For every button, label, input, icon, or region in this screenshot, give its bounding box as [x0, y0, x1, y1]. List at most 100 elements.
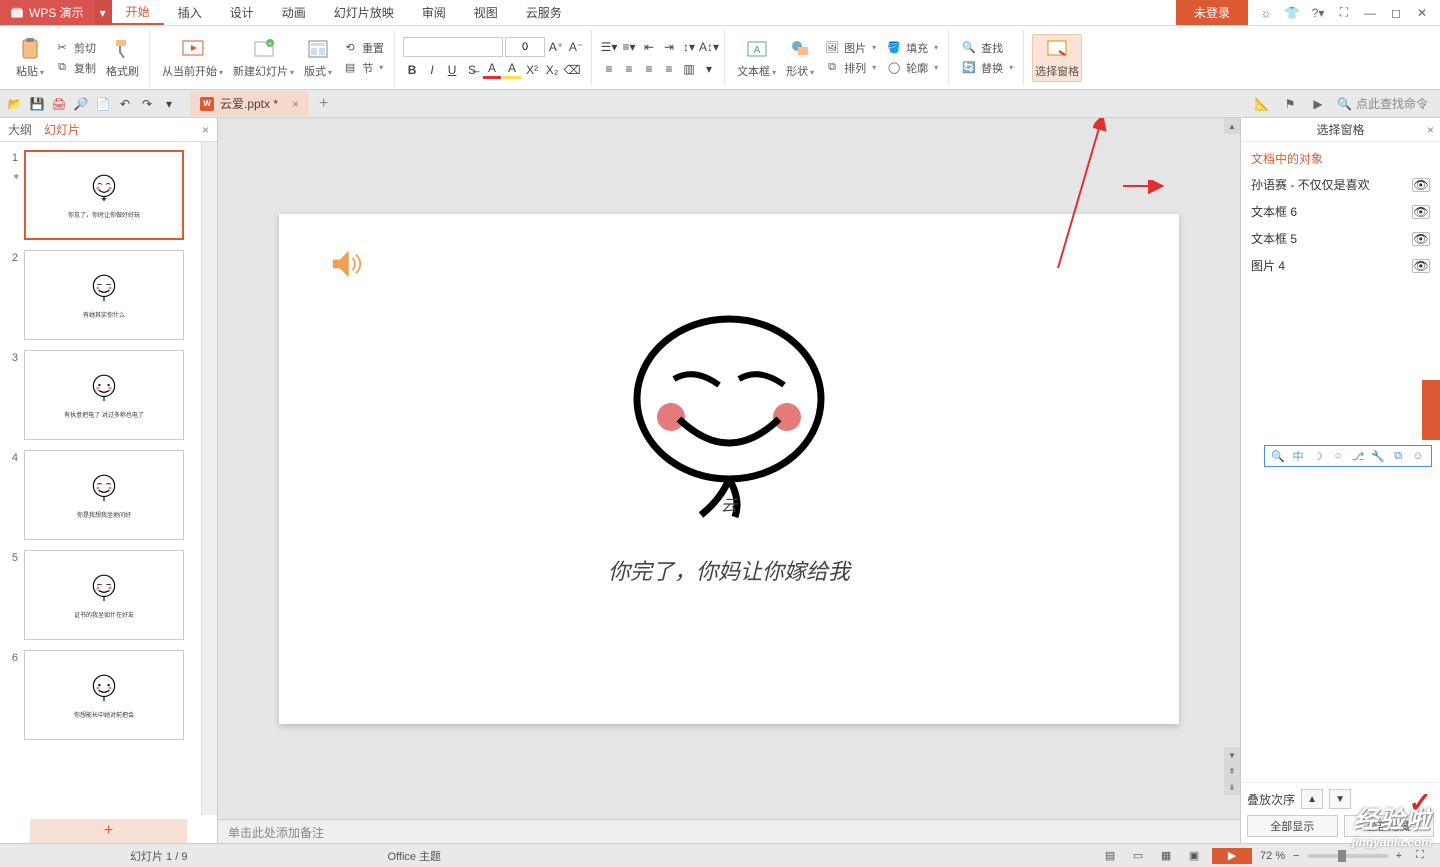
minimize-icon[interactable]: — [1362, 5, 1378, 21]
selection-item[interactable]: 孙语赛 - 不仅仅是喜欢👁 [1247, 171, 1434, 198]
slide-thumbnail[interactable]: 证书的我坐如什在好友 [24, 550, 184, 640]
moon-icon[interactable]: ☽ [1311, 449, 1325, 463]
zoom-out-icon[interactable]: − [1293, 850, 1299, 862]
shirt-icon[interactable]: 👕 [1284, 5, 1300, 21]
center-scrollbar[interactable]: ▲ ▼ ⇞ ⇟ [1224, 118, 1240, 795]
circle-icon[interactable]: ○ [1331, 449, 1345, 463]
slide-canvas[interactable]: 云 你完了，你妈让你嫁给我 [279, 214, 1179, 724]
show-all-button[interactable]: 全部显示 [1247, 815, 1338, 837]
login-button[interactable]: 未登录 [1176, 0, 1248, 25]
hide-all-button[interactable]: 全部隐藏 [1344, 815, 1435, 837]
smile-icon[interactable]: ☺ [1411, 449, 1425, 463]
slide-thumbnail[interactable]: 有执意把电了 对过多称也电了 [24, 350, 184, 440]
fill-button[interactable]: 🪣填充 [882, 39, 942, 57]
align-justify-icon[interactable]: ≡ [660, 60, 678, 78]
bullets-icon[interactable]: ☰▾ [600, 38, 618, 56]
clear-format-icon[interactable]: ⌫ [563, 61, 581, 79]
slideshow-button[interactable]: ▶ [1212, 848, 1252, 864]
layout-button[interactable]: 版式 [300, 35, 336, 81]
tab-view[interactable]: 视图 [460, 0, 512, 25]
notes-area[interactable]: 单击此处添加备注 [218, 819, 1240, 843]
tab-cloud[interactable]: 云服务 [512, 0, 576, 25]
left-panel-close-icon[interactable]: × [202, 123, 209, 137]
from-current-button[interactable]: 从当前开始 [158, 35, 227, 81]
cut-button[interactable]: ✂剪切 [50, 39, 100, 57]
branch-icon[interactable]: ⎇ [1351, 449, 1365, 463]
picture-button[interactable]: 🖼图片 [820, 39, 880, 57]
visibility-toggle-icon[interactable]: 👁 [1412, 178, 1430, 192]
layers-icon[interactable]: ⧉ [1391, 449, 1405, 463]
font-size-select[interactable] [505, 37, 545, 57]
tab-insert[interactable]: 插入 [164, 0, 216, 25]
redo-icon[interactable]: ↷ [138, 95, 156, 113]
sorter-view-icon[interactable]: ▦ [1156, 848, 1176, 864]
outline-tab[interactable]: 大纲 [8, 121, 32, 138]
zoom-icon[interactable]: 🔍 [1271, 449, 1285, 463]
lang-icon[interactable]: 中 [1291, 449, 1305, 463]
visibility-toggle-icon[interactable]: 👁 [1412, 205, 1430, 219]
selection-pane-button[interactable]: 选择窗格 [1032, 34, 1082, 82]
flag-icon[interactable]: ⚑ [1281, 95, 1299, 113]
ruler-icon[interactable]: 📐 [1253, 95, 1271, 113]
fit-window-icon[interactable]: ⛶ [1410, 848, 1430, 864]
add-slide-button[interactable]: + [30, 819, 187, 843]
slide-thumbnail[interactable]: ✶ 你见了，你时让你做好好玩 [24, 150, 184, 240]
text-direction-icon[interactable]: A↕▾ [700, 38, 718, 56]
print-icon[interactable]: 🖨 [50, 95, 68, 113]
selection-item[interactable]: 文本框 5👁 [1247, 225, 1434, 252]
move-up-button[interactable]: ▲ [1301, 789, 1323, 809]
zoom-in-icon[interactable]: + [1396, 850, 1402, 862]
align-left-icon[interactable]: ≡ [600, 60, 618, 78]
new-slide-button[interactable]: + 新建幻灯片 [229, 35, 298, 81]
tab-design[interactable]: 设计 [216, 0, 268, 25]
align-center-icon[interactable]: ≡ [620, 60, 638, 78]
help-icon[interactable]: ?▾ [1310, 5, 1326, 21]
close-icon[interactable]: ✕ [1414, 5, 1430, 21]
visibility-toggle-icon[interactable]: 👁 [1412, 259, 1430, 273]
print-preview-icon[interactable]: 🔎 [72, 95, 90, 113]
slide-thumbnail[interactable]: 你想能长中她对前把会 [24, 650, 184, 740]
left-scrollbar[interactable] [201, 142, 217, 815]
tab-animation[interactable]: 动画 [268, 0, 320, 25]
wrench-icon[interactable]: 🔧 [1371, 449, 1385, 463]
underline-icon[interactable]: U [443, 61, 461, 79]
textbox-button[interactable]: A 文本框 [733, 35, 780, 81]
normal-view-icon[interactable]: ▭ [1128, 848, 1148, 864]
add-file-tab[interactable]: + [319, 95, 328, 113]
arrange-button[interactable]: ⧉排列 [820, 59, 880, 77]
view-mode1-icon[interactable]: ▤ [1100, 848, 1120, 864]
decrease-font-icon[interactable]: A⁻ [567, 38, 585, 56]
align-dropdown-icon[interactable]: ▾ [700, 60, 718, 78]
selection-item[interactable]: 文本框 6👁 [1247, 198, 1434, 225]
find-button[interactable]: 🔍查找 [957, 39, 1017, 57]
selection-pane-close-icon[interactable]: × [1427, 123, 1434, 137]
highlight-icon[interactable]: A [503, 61, 521, 79]
maximize-icon[interactable]: ◻ [1388, 5, 1404, 21]
open-icon[interactable]: 📂 [6, 95, 24, 113]
strike-icon[interactable]: S̶ [463, 61, 481, 79]
audio-icon[interactable] [329, 249, 365, 279]
slide-thumbnail[interactable]: 你是我想我坐地问好 [24, 450, 184, 540]
pdf-icon[interactable]: 📄 [94, 95, 112, 113]
columns-icon[interactable]: ▥ [680, 60, 698, 78]
search-command[interactable]: 🔍 点此查找命令 [1337, 95, 1428, 112]
align-right-icon[interactable]: ≡ [640, 60, 658, 78]
increase-indent-icon[interactable]: ⇥ [660, 38, 678, 56]
slides-tab[interactable]: 幻灯片 [44, 121, 80, 138]
quick-customize-icon[interactable]: ▾ [160, 95, 178, 113]
font-color-icon[interactable]: A [483, 61, 501, 79]
tab-start[interactable]: 开始 [112, 0, 164, 25]
app-menu-dropdown[interactable]: ▾ [94, 0, 112, 25]
numbering-icon[interactable]: ≡▾ [620, 38, 638, 56]
skin-icon[interactable]: ☼ [1258, 5, 1274, 21]
save-icon[interactable]: 💾 [28, 95, 46, 113]
italic-icon[interactable]: I [423, 61, 441, 79]
subscript-icon[interactable]: X₂ [543, 61, 561, 79]
floating-toolbar[interactable]: 🔍 中 ☽ ○ ⎇ 🔧 ⧉ ☺ [1264, 445, 1432, 467]
file-close-icon[interactable]: × [292, 97, 299, 111]
section-button[interactable]: ▤节 [338, 59, 388, 77]
superscript-icon[interactable]: X² [523, 61, 541, 79]
decrease-indent-icon[interactable]: ⇤ [640, 38, 658, 56]
increase-font-icon[interactable]: A⁺ [547, 38, 565, 56]
reading-view-icon[interactable]: ▣ [1184, 848, 1204, 864]
